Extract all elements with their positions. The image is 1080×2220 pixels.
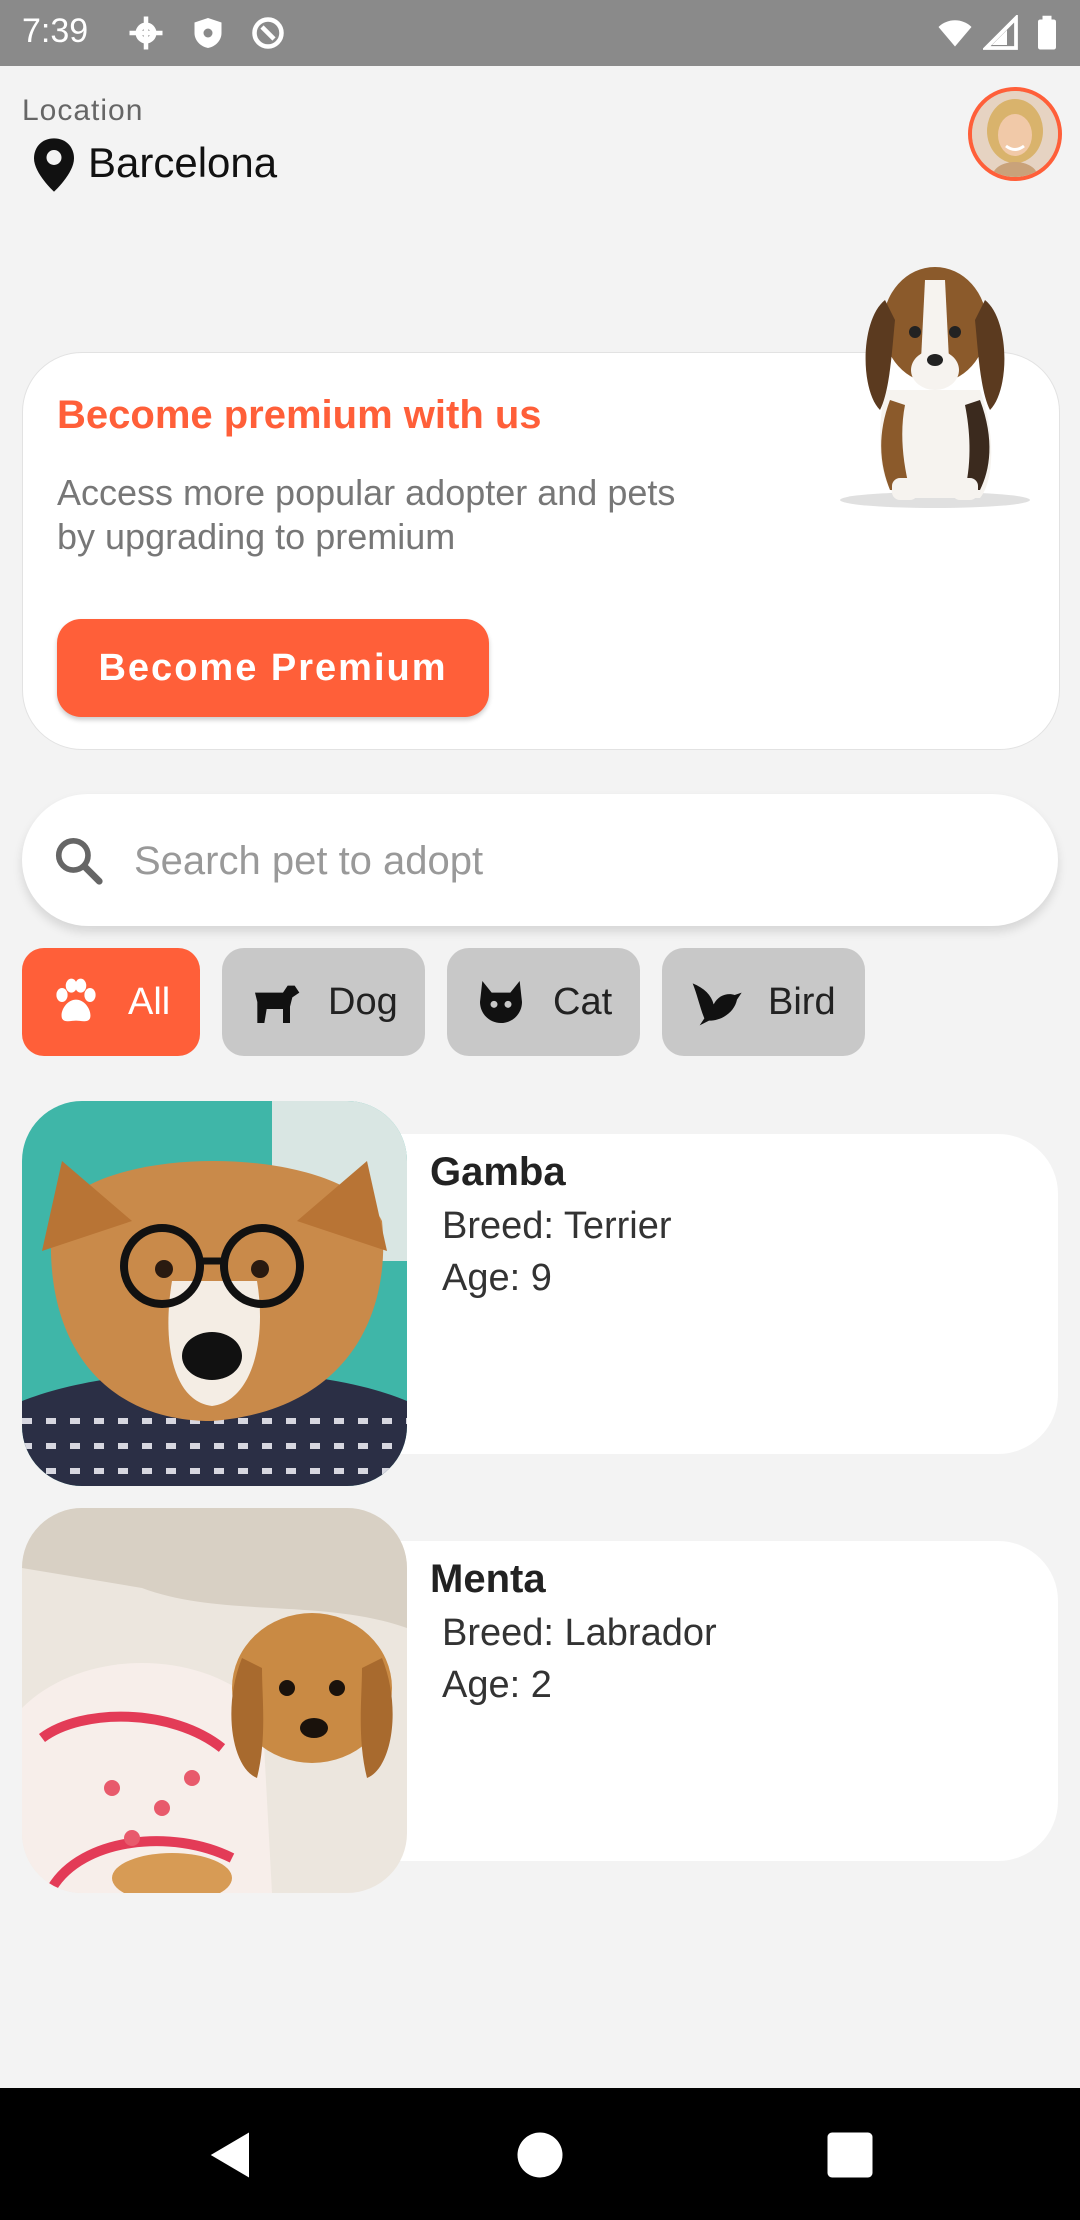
puppy-illustration — [840, 267, 1030, 508]
pet-age: Age: 9 — [442, 1257, 552, 1299]
category-label: All — [128, 980, 171, 1023]
category-chip-all[interactable]: All — [22, 948, 200, 1056]
category-chip-bird[interactable]: Bird — [662, 948, 865, 1056]
category-label: Cat — [553, 980, 613, 1023]
sync-icon — [252, 17, 284, 49]
pet-breed: Breed: Terrier — [442, 1205, 672, 1247]
dog-icon — [255, 985, 300, 1023]
paw-icon — [56, 978, 96, 1022]
pet-photo[interactable] — [22, 1101, 407, 1486]
cat-icon — [480, 981, 522, 1023]
status-bar: 7:39 — [0, 0, 1080, 66]
bird-icon — [692, 983, 742, 1026]
search-bar[interactable] — [22, 794, 1058, 926]
become-premium-button[interactable]: Become Premium — [57, 619, 489, 717]
location-label: Location — [22, 94, 144, 127]
pet-name: Menta — [430, 1557, 546, 1601]
search-input[interactable] — [132, 824, 1016, 898]
wifi-icon — [938, 20, 972, 47]
premium-title: Become premium with us — [57, 393, 542, 437]
status-time: 7:39 — [22, 12, 89, 50]
avatar[interactable] — [968, 87, 1062, 181]
pet-age: Age: 2 — [442, 1664, 552, 1706]
category-label: Bird — [768, 980, 836, 1023]
premium-description: Access more popular adopter and pets by … — [57, 472, 676, 557]
back-icon[interactable] — [204, 2128, 258, 2182]
location-city[interactable]: Barcelona — [88, 139, 277, 187]
search-icon — [55, 837, 103, 885]
signal-icon — [983, 15, 1018, 50]
recents-icon[interactable] — [823, 2128, 877, 2182]
pet-name: Gamba — [430, 1150, 566, 1194]
category-label: Dog — [328, 980, 398, 1023]
pet-photo[interactable] — [22, 1508, 407, 1893]
settings-icon — [129, 16, 163, 50]
home-icon[interactable] — [513, 2128, 567, 2182]
shield-icon — [194, 18, 222, 48]
pet-breed: Breed: Labrador — [442, 1612, 717, 1654]
category-chip-dog[interactable]: Dog — [222, 948, 425, 1056]
battery-icon — [1038, 15, 1056, 50]
navigation-bar — [0, 2088, 1080, 2220]
category-chip-cat[interactable]: Cat — [447, 948, 640, 1056]
location-pin-icon — [34, 138, 74, 192]
